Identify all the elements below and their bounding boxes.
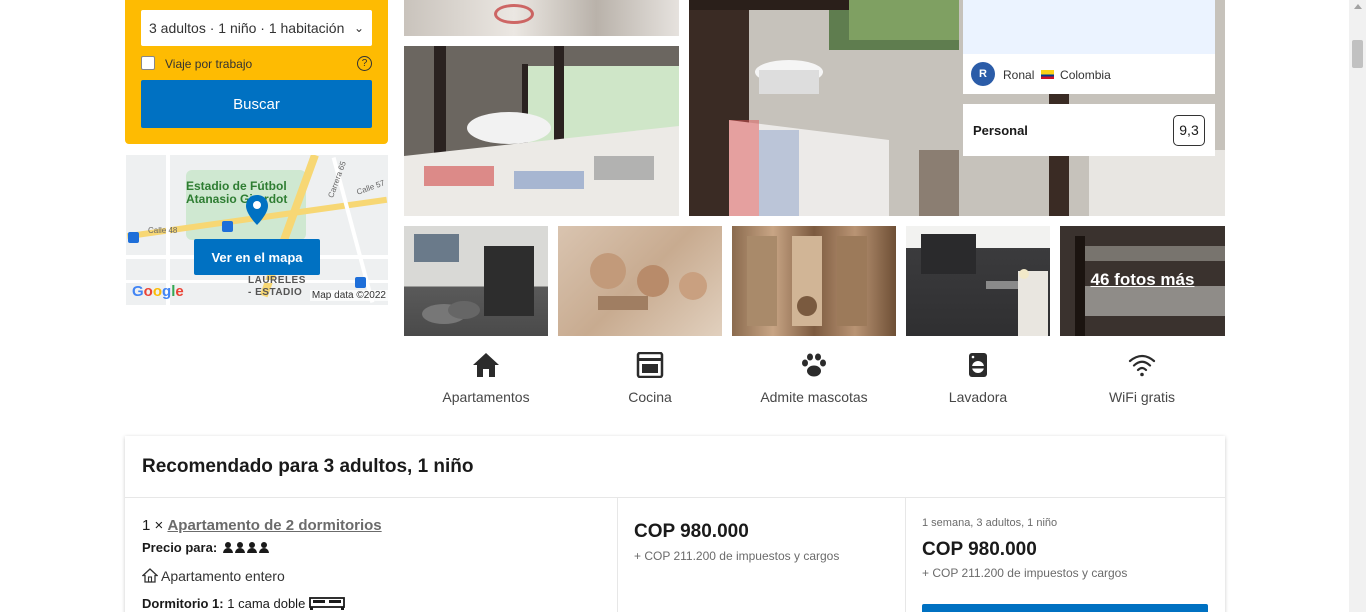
amenity-kitchen: Cocina <box>575 352 725 405</box>
total-price: COP 980.000 <box>922 539 1037 560</box>
chevron-down-icon: ⌄ <box>353 21 364 35</box>
double-bed-icon <box>309 597 345 610</box>
guests-value: 3 adultos · 1 niño · 1 habitación <box>149 20 345 36</box>
guests-selector[interactable]: 3 adultos · 1 niño · 1 habitación ⌄ <box>141 10 372 46</box>
more-photos-thumbnail[interactable]: 46 fotos más <box>1060 226 1225 336</box>
search-button[interactable]: Buscar <box>141 80 372 128</box>
bedroom-info: Dormitorio 1: 1 cama doble <box>142 596 345 611</box>
review-card[interactable]: R Ronal Colombia <box>963 0 1215 94</box>
amenity-wifi: WiFi gratis <box>1067 352 1217 405</box>
occupancy: Precio para: <box>142 540 269 555</box>
map-preview[interactable]: Estadio de Fútbol Atanasio Girardot Call… <box>126 155 388 305</box>
metro-icon <box>355 277 366 288</box>
street-label: Calle 48 <box>148 226 178 235</box>
wifi-icon <box>1128 354 1156 377</box>
bedroom-label: Dormitorio 1: <box>142 596 224 611</box>
work-trip-row: Viaje por trabajo ? <box>141 55 372 73</box>
metro-icon <box>222 221 233 232</box>
help-icon[interactable]: ? <box>357 56 372 71</box>
location-pin-icon <box>246 195 268 225</box>
property-photo[interactable] <box>404 46 679 216</box>
bedroom-value: 1 cama doble <box>227 596 306 611</box>
search-box: 3 adultos · 1 niño · 1 habitación ⌄ Viaj… <box>125 0 388 144</box>
google-logo: Google <box>132 283 184 300</box>
recommended-title: Recomendado para 3 adultos, 1 niño <box>142 456 474 477</box>
amenity-label: WiFi gratis <box>1108 389 1176 405</box>
amenity-label: Lavadora <box>948 389 1008 405</box>
property-thumbnail[interactable] <box>732 226 896 336</box>
reviewer-name: Ronal <box>1003 68 1035 82</box>
amenity-label: Cocina <box>628 389 672 405</box>
washer-icon <box>969 353 987 377</box>
page-scrollbar[interactable] <box>1349 0 1366 612</box>
street-label: Calle 57 <box>355 178 387 197</box>
work-trip-checkbox[interactable] <box>141 56 155 70</box>
metro-icon <box>128 232 139 243</box>
staff-score: 9,3 <box>1173 115 1205 146</box>
property-thumbnail[interactable] <box>404 226 548 336</box>
reserve-button[interactable] <box>922 604 1208 612</box>
stadium-label: Estadio de Fútbol Atanasio Girardot <box>186 179 288 206</box>
scroll-up-icon[interactable] <box>1354 4 1362 9</box>
amenity-pets: Admite mascotas <box>739 352 889 405</box>
property-thumbnail[interactable] <box>906 226 1050 336</box>
area-label: LAURELES - ESTADIO <box>248 275 306 298</box>
review-text-area <box>963 0 1215 54</box>
reviewer-country: Colombia <box>1060 68 1111 82</box>
person-icon <box>258 542 269 553</box>
room-name-link[interactable]: Apartamento de 2 dormitorios <box>167 517 381 534</box>
amenity-apartments: Apartamentos <box>411 352 561 405</box>
home-outline-icon <box>141 568 159 583</box>
paw-icon <box>802 353 826 377</box>
total-tax-note: + COP 211.200 de impuestos y cargos <box>922 566 1128 580</box>
view-map-button[interactable]: Ver en el mapa <box>194 239 320 275</box>
staff-label: Personal <box>973 123 1028 138</box>
room-quantity: 1 × <box>142 517 164 534</box>
person-icon <box>234 542 245 553</box>
person-icon <box>222 542 233 553</box>
room-tax-note: + COP 211.200 de impuestos y cargos <box>634 549 840 563</box>
property-thumbnail[interactable] <box>558 226 722 336</box>
whole-apartment-label: Apartamento entero <box>161 568 285 584</box>
amenity-label: Apartamentos <box>442 389 530 405</box>
occupancy-label: Precio para: <box>142 540 218 555</box>
recommended-panel: Recomendado para 3 adultos, 1 niño 1 × A… <box>125 436 1225 612</box>
house-icon <box>473 353 499 377</box>
amenity-washer: Lavadora <box>903 352 1053 405</box>
divider <box>905 498 906 612</box>
property-page: 3 adultos · 1 niño · 1 habitación ⌄ Viaj… <box>0 0 1366 612</box>
room-price: COP 980.000 <box>634 521 749 542</box>
divider <box>125 497 1225 498</box>
divider <box>617 498 618 612</box>
amenity-label: Admite mascotas <box>760 389 868 405</box>
stay-period: 1 semana, 3 adultos, 1 niño <box>922 517 1058 529</box>
colombia-flag-icon <box>1040 70 1054 79</box>
property-photo[interactable] <box>404 0 679 36</box>
reviewer-info: Ronal Colombia <box>1003 68 1111 82</box>
avatar: R <box>971 62 995 86</box>
oven-icon <box>636 352 664 378</box>
whole-apartment: Apartamento entero <box>141 568 285 584</box>
person-icon <box>246 542 257 553</box>
work-trip-label[interactable]: Viaje por trabajo <box>165 57 252 71</box>
map-attribution: Map data ©2022 <box>309 290 388 301</box>
scrollbar-thumb[interactable] <box>1352 40 1363 68</box>
more-photos-link[interactable]: 46 fotos más <box>1060 270 1225 290</box>
staff-score-card: Personal 9,3 <box>963 104 1215 156</box>
room-line: 1 × Apartamento de 2 dormitorios <box>142 517 382 534</box>
